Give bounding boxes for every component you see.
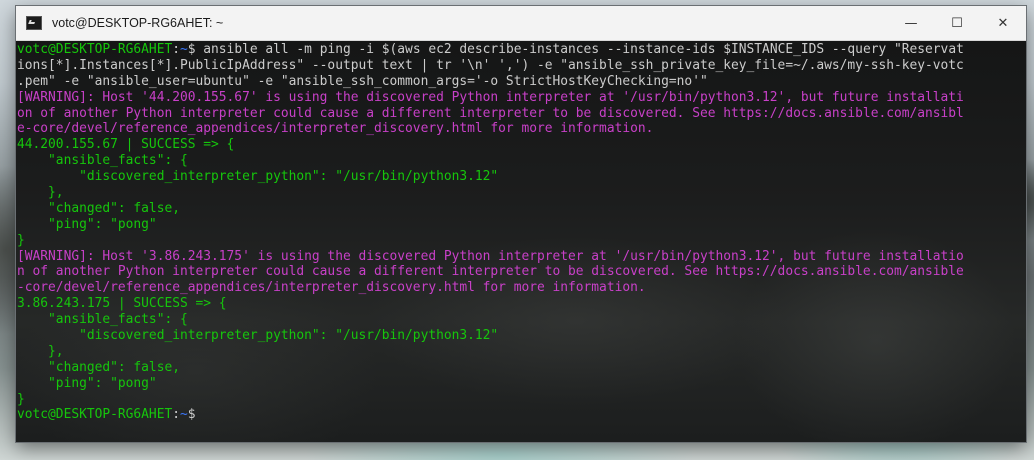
result-line: "discovered_interpreter_python": "/usr/b… — [17, 328, 499, 344]
command-line: votc@DESKTOP-RG6AHET:~$ ansible all -m p… — [17, 42, 1007, 58]
warning-line: [WARNING]: Host '3.86.243.175' is using … — [17, 248, 964, 264]
active-prompt-line[interactable]: votc@DESKTOP-RG6AHET:~$ — [17, 407, 1007, 423]
minimize-button[interactable]: — — [888, 6, 934, 40]
result-line: "discovered_interpreter_python": "/usr/b… — [17, 169, 499, 185]
prompt-end: $ — [187, 42, 196, 57]
warning-line: -core/devel/reference_appendices/interpr… — [17, 280, 646, 296]
title-bar[interactable]: votc@DESKTOP-RG6AHET: ~ — ☐ ✕ — [16, 6, 1026, 41]
result-line: } — [17, 391, 25, 407]
result-line: "changed": false, — [17, 359, 180, 375]
result-line: "changed": false, — [17, 200, 180, 216]
window-title: votc@DESKTOP-RG6AHET: ~ — [52, 16, 224, 30]
maximize-button[interactable]: ☐ — [934, 6, 980, 40]
warning-line: on of another Python interpreter could c… — [17, 105, 964, 121]
result-line: "ping": "pong" — [17, 375, 157, 391]
close-button[interactable]: ✕ — [980, 6, 1026, 40]
result-line: 3.86.243.175 | SUCCESS => { — [17, 296, 227, 312]
result-line: }, — [17, 343, 64, 359]
terminal-lines: votc@DESKTOP-RG6AHET:~$ ansible all -m p… — [17, 42, 1007, 423]
command-continuation: ions[*].Instances[*].PublicIpAddress" --… — [17, 57, 964, 73]
prompt-end: $ — [187, 407, 196, 423]
result-line: }, — [17, 185, 64, 201]
warning-line: e-core/devel/reference_appendices/interp… — [17, 121, 654, 137]
warning-line: n of another Python interpreter could ca… — [17, 264, 964, 280]
prompt-separator: : — [172, 407, 180, 423]
prompt-separator: : — [172, 42, 180, 57]
result-line: "ping": "pong" — [17, 216, 157, 232]
result-line: } — [17, 232, 25, 248]
result-line: 44.200.155.67 | SUCCESS => { — [17, 137, 235, 153]
terminal-window[interactable]: votc@DESKTOP-RG6AHET: ~ — ☐ ✕ votc@DESKT… — [16, 6, 1026, 442]
terminal-output[interactable]: votc@DESKTOP-RG6AHET:~$ ansible all -m p… — [16, 41, 1026, 442]
warning-line: [WARNING]: Host '44.200.155.67' is using… — [17, 89, 964, 105]
terminal-app-icon — [26, 16, 42, 30]
prompt-path: ~ — [179, 42, 188, 57]
prompt-user: votc@DESKTOP-RG6AHET — [17, 42, 173, 57]
command-text: ansible all -m ping -i $(aws ec2 describ… — [195, 42, 964, 57]
prompt-path: ~ — [179, 407, 188, 423]
window-controls: — ☐ ✕ — [888, 6, 1026, 40]
result-line: "ansible_facts": { — [17, 153, 188, 169]
command-continuation: .pem" -e "ansible_user=ubuntu" -e "ansib… — [17, 73, 708, 89]
prompt-user: votc@DESKTOP-RG6AHET — [17, 407, 173, 423]
result-line: "ansible_facts": { — [17, 312, 188, 328]
